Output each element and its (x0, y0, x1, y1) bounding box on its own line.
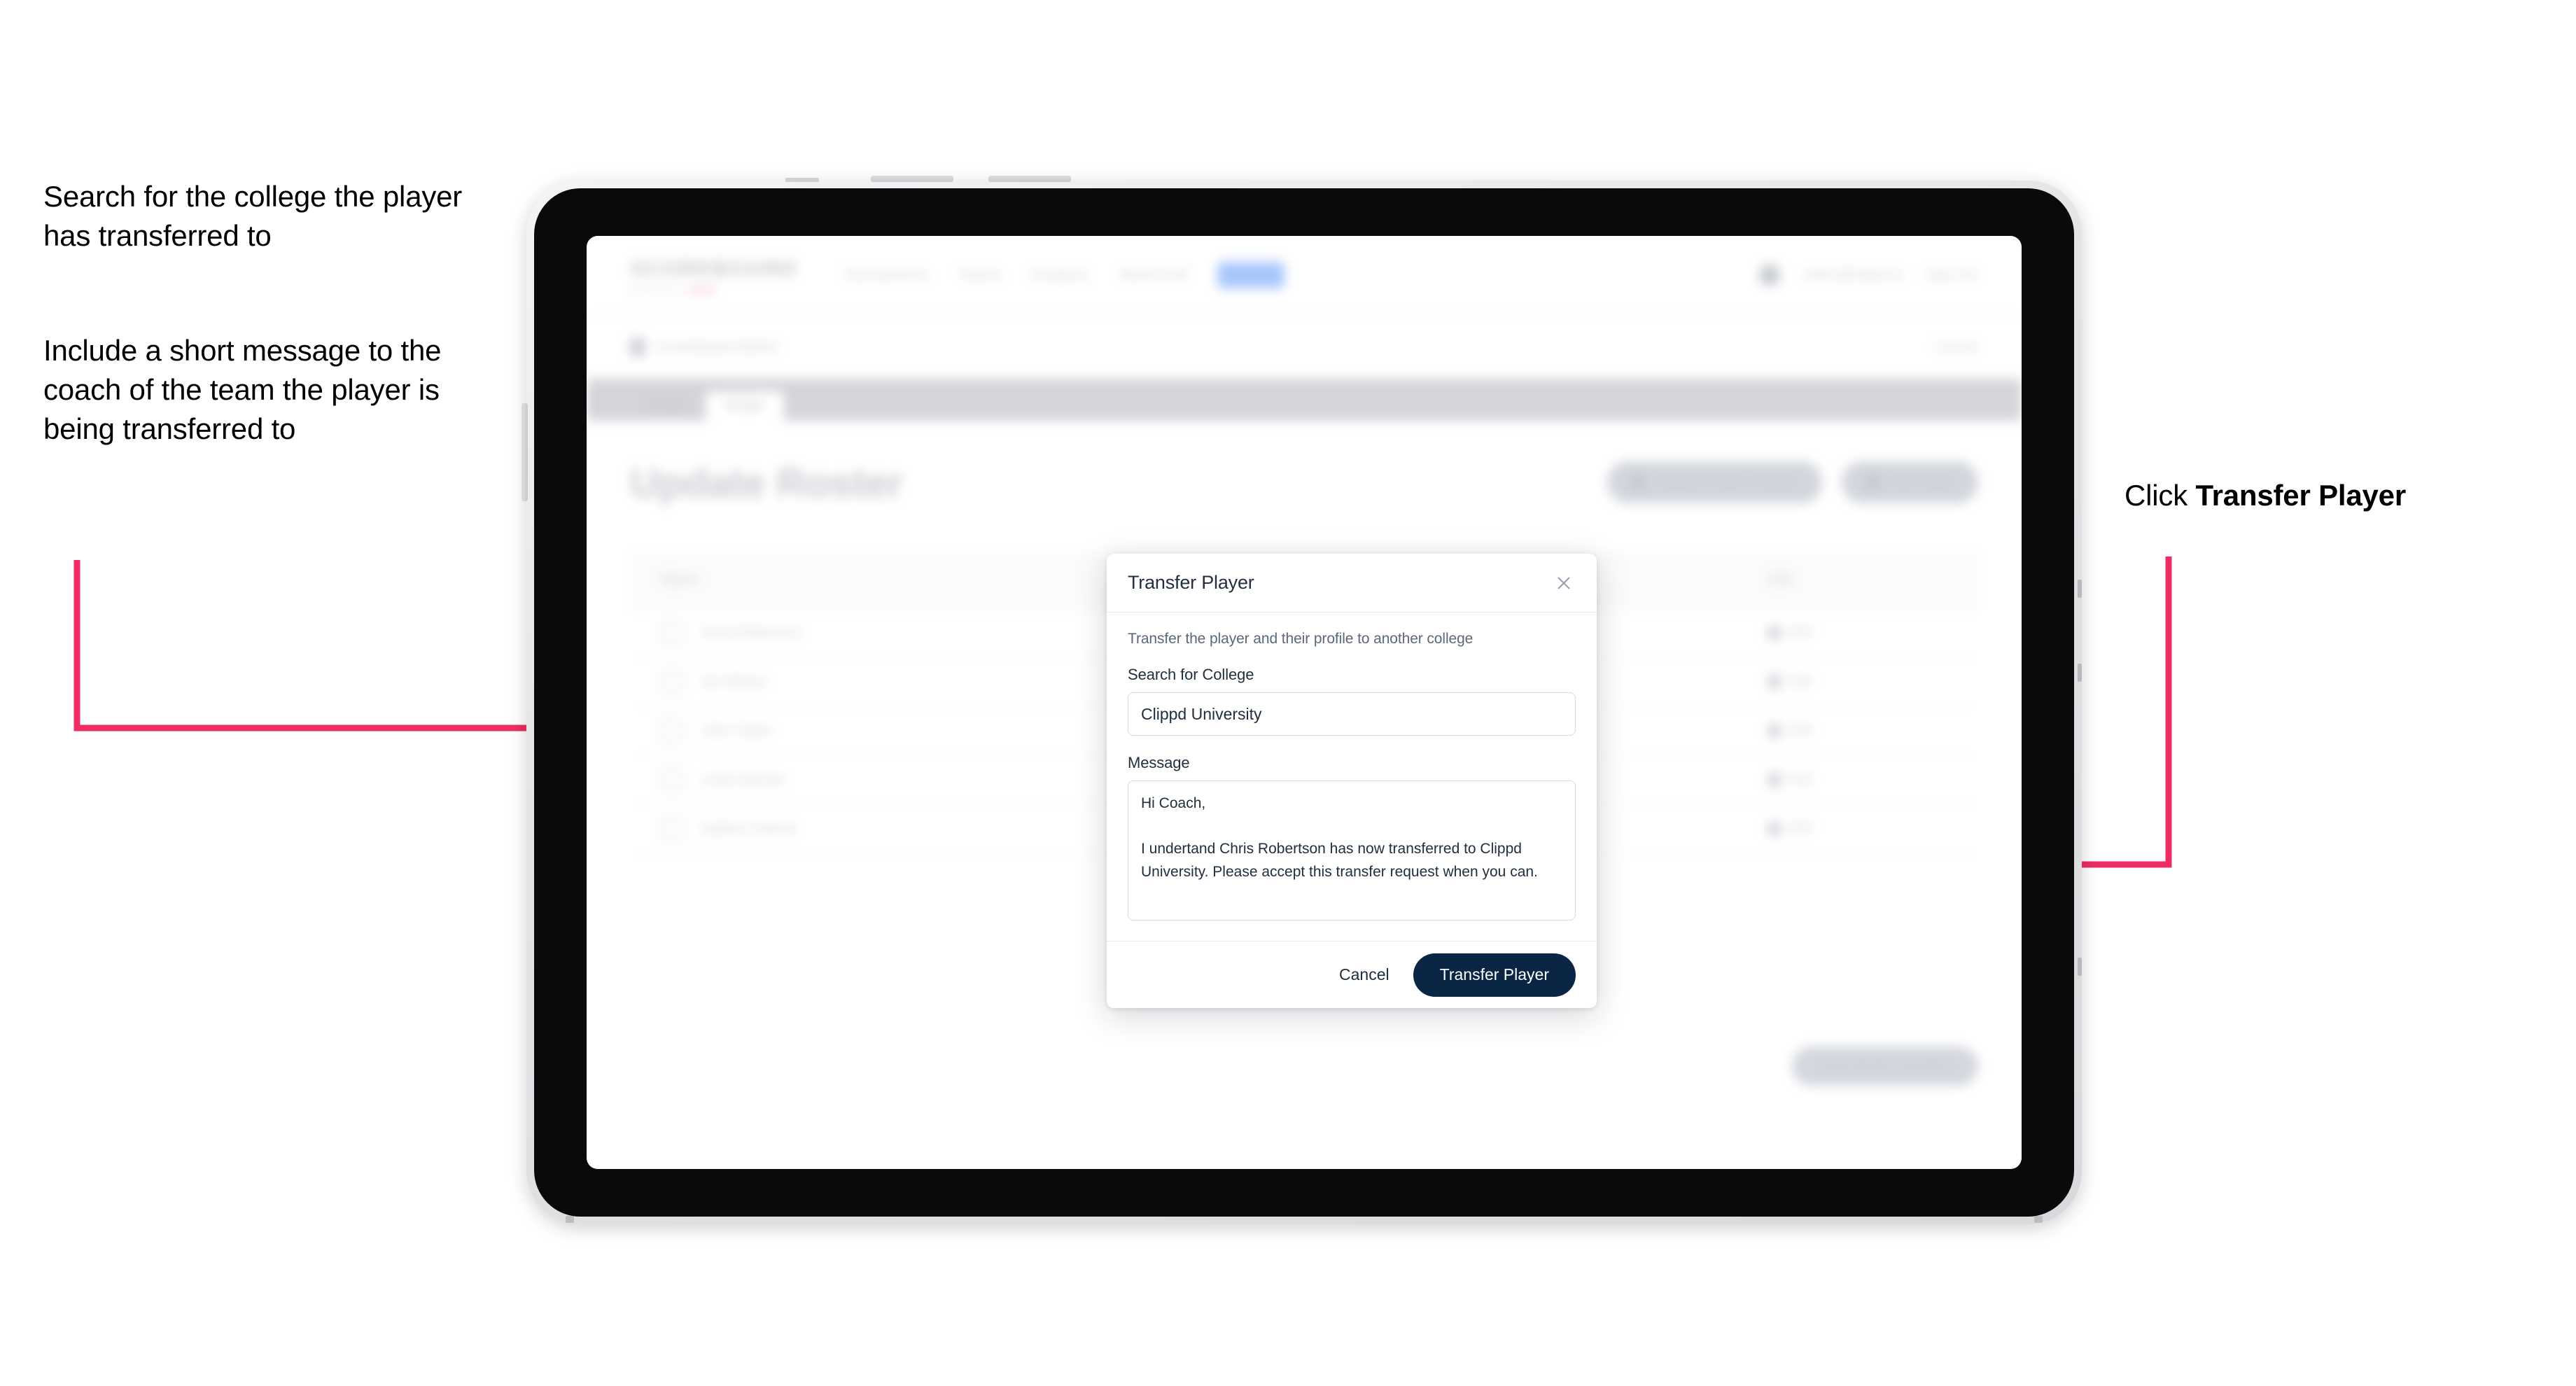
row-checkbox[interactable] (661, 719, 682, 743)
sign-out-link[interactable]: Sign Out (1926, 267, 1978, 283)
tab-details[interactable]: Details (626, 391, 706, 421)
transfer-icon (1631, 475, 1646, 489)
nav-item-tournaments[interactable]: Tournaments (844, 267, 928, 284)
power-button[interactable] (522, 403, 528, 501)
dialog-title: Transfer Player (1128, 572, 1254, 593)
nav-item-teams[interactable]: Teams (958, 267, 1001, 284)
brand-powered-by: powered by (630, 284, 681, 295)
add-player-button[interactable]: Add Player (1842, 461, 1978, 503)
save-roster-changes-button[interactable]: Save Roster Changes (1792, 1046, 1978, 1086)
annotation-click-target: Transfer Player (2195, 479, 2406, 512)
breadcrumb-cancel-link[interactable]: Cancel (1935, 340, 1978, 356)
row-checkbox[interactable] (661, 817, 682, 841)
app-top-nav: SCOREBOARD powered by clippd Tournaments… (587, 236, 2022, 316)
nav-user-email: admin@clippd.io (1804, 267, 1903, 282)
pencil-icon (1765, 673, 1784, 691)
field-spacer (1128, 736, 1576, 754)
nav-item-world-golf[interactable]: World Golf (1119, 267, 1188, 284)
dialog-header: Transfer Player (1107, 554, 1597, 612)
roster-edit-cell[interactable]: Edit (1746, 771, 1978, 789)
search-college-input[interactable] (1128, 692, 1576, 736)
row-checkbox[interactable] (661, 670, 682, 694)
player-name: Ian Wilson (701, 673, 767, 690)
dialog-body: Transfer the player and their profile to… (1107, 612, 1597, 941)
brand-subline: powered by clippd (630, 284, 797, 295)
side-connector-mark (2078, 958, 2082, 976)
roster-edit-cell[interactable]: Edit (1746, 722, 1978, 740)
transfer-player-dialog: Transfer Player Transfer the player and … (1107, 554, 1597, 1008)
nav-links: Tournaments Teams Analytics World Golf A… (844, 262, 1284, 288)
annotation-search-college: Search for the college the player has tr… (43, 180, 463, 252)
request-player-transfer-button[interactable]: Request Player Transfer (1607, 461, 1823, 503)
player-name: John Taylor (701, 722, 773, 738)
volume-down-button[interactable] (988, 176, 1071, 182)
player-name: Lewis Barnes (701, 771, 786, 788)
dialog-footer: Cancel Transfer Player (1107, 941, 1597, 1008)
pencil-icon (1765, 722, 1784, 740)
player-name: Nathan Holmes (701, 820, 798, 836)
brand-wordmark: SCOREBOARD (630, 255, 797, 281)
dialog-description: Transfer the player and their profile to… (1128, 631, 1474, 647)
volume-up-button[interactable] (871, 176, 953, 182)
breadcrumb-icon (630, 338, 645, 356)
tablet-bezel: SCOREBOARD powered by clippd Tournaments… (534, 188, 2074, 1217)
tab-bar: Details Roster (587, 379, 2022, 421)
side-connector-mark (2078, 580, 2082, 598)
player-name: Chris Robertson (701, 624, 803, 640)
pencil-icon (1765, 624, 1784, 642)
tablet-screen: SCOREBOARD powered by clippd Tournaments… (587, 236, 2022, 1169)
roster-edit-cell[interactable]: Edit (1746, 820, 1978, 838)
edit-link[interactable]: Edit (1789, 625, 1812, 640)
side-connector-mark (2078, 664, 2082, 682)
edit-link[interactable]: Edit (1789, 772, 1812, 788)
edit-link[interactable]: Edit (1789, 821, 1812, 836)
tab-roster[interactable]: Roster (706, 391, 785, 421)
page-action-buttons: Request Player Transfer Add Player (1607, 461, 1978, 503)
bottom-speaker-mark (566, 1216, 574, 1223)
brand-accent-name: clippd (686, 284, 715, 295)
annotation-click-prefix: Click (2124, 479, 2196, 512)
request-player-transfer-label: Request Player Transfer (1655, 475, 1799, 489)
brand-logo[interactable]: SCOREBOARD powered by clippd (630, 256, 797, 295)
plus-icon (1865, 475, 1880, 489)
tablet-antenna-line (785, 178, 819, 182)
nav-item-analytics[interactable]: Analytics (1030, 267, 1089, 284)
message-field-label: Message (1128, 754, 1190, 771)
breadcrumb-label: Scoreboard Admin (657, 339, 778, 355)
college-field-label: Search for College (1128, 666, 1254, 683)
nav-right-cluster: admin@clippd.io Sign Out (1759, 265, 1978, 286)
close-icon[interactable] (1552, 571, 1576, 595)
avatar[interactable] (1759, 265, 1781, 286)
row-checkbox[interactable] (661, 768, 682, 792)
column-header-edit: Edit (1768, 571, 1793, 587)
save-roster-area: Save Roster Changes (1792, 1046, 1978, 1086)
pencil-icon (1765, 771, 1784, 789)
bottom-speaker-mark (2034, 1216, 2043, 1223)
nav-item-admin[interactable]: Admin (1217, 262, 1284, 288)
roster-edit-cell[interactable]: Edit (1746, 624, 1978, 642)
cancel-button[interactable]: Cancel (1335, 958, 1394, 991)
pencil-icon (1765, 820, 1784, 838)
transfer-player-button[interactable]: Transfer Player (1413, 953, 1576, 997)
tablet-device-frame: SCOREBOARD powered by clippd Tournaments… (522, 176, 2082, 1224)
roster-edit-cell[interactable]: Edit (1746, 673, 1978, 691)
message-textarea[interactable]: Hi Coach, I undertand Chris Robertson ha… (1128, 780, 1576, 920)
breadcrumb: Scoreboard Admin Cancel (587, 316, 2022, 379)
annotation-include-message: Include a short message to the coach of … (43, 334, 442, 445)
row-checkbox[interactable] (661, 621, 682, 645)
annotation-click-transfer: Click Transfer Player (2124, 476, 2558, 515)
add-player-label: Add Player (1889, 475, 1954, 489)
edit-link[interactable]: Edit (1789, 723, 1812, 738)
edit-link[interactable]: Edit (1789, 674, 1812, 690)
